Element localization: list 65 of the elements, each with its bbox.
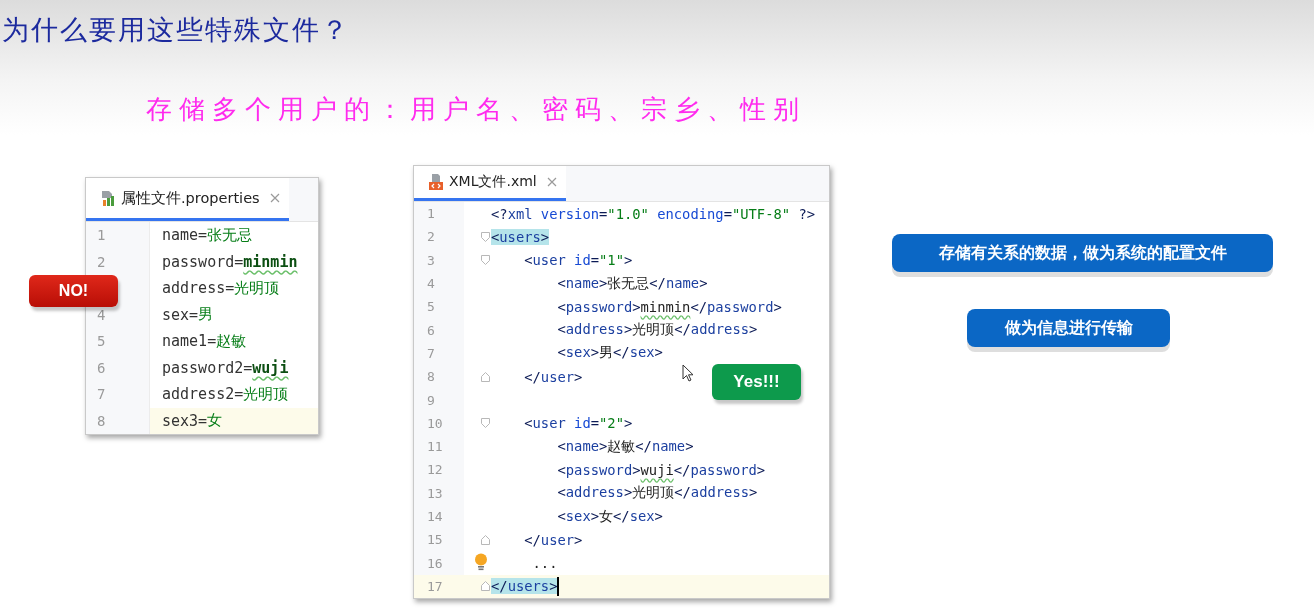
code-line: name1=赵敏: [161, 330, 248, 353]
code-line: ...: [531, 555, 558, 572]
code-line: <user id="1">: [523, 252, 633, 269]
line-number: 6: [97, 359, 106, 376]
code-line: </users>: [491, 578, 558, 595]
line-number: 1: [97, 227, 106, 244]
line-number: 16: [426, 554, 444, 573]
line-number: 4: [97, 306, 106, 323]
fold-icon[interactable]: [481, 418, 490, 429]
code-line: <user id="2">: [523, 415, 633, 432]
close-icon[interactable]: [545, 176, 558, 188]
code-file-icon: [428, 174, 444, 190]
fold-icon[interactable]: [481, 534, 490, 545]
code-line: <name>赵敏</name>: [556, 437, 694, 456]
code-line: password2=wuji: [161, 357, 290, 379]
code-line: <users>: [491, 228, 550, 245]
line-number: 8: [426, 368, 436, 387]
fold-icon[interactable]: [481, 581, 490, 592]
line-number: 7: [426, 344, 436, 363]
fold-icon[interactable]: [481, 371, 490, 382]
line-number: 7: [97, 386, 106, 403]
code-line: <?xml version="1.0" encoding="UTF-8" ?>: [491, 205, 815, 222]
line-number: 13: [426, 484, 444, 503]
line-number: 5: [426, 298, 436, 317]
yes-badge: Yes!!!: [712, 364, 801, 400]
code-line: <sex>女</sex>: [556, 507, 663, 526]
mouse-cursor-icon: [682, 364, 694, 382]
line-number: 12: [426, 461, 444, 480]
file-tab[interactable]: XML文件.xml: [414, 166, 566, 201]
code-line: address2=光明顶: [161, 383, 290, 406]
line-number: 15: [426, 531, 444, 550]
code-line: <password>minmin</password>: [556, 298, 782, 315]
code-line: <name>张无忌</name>: [556, 274, 708, 293]
code-line: <address>光明顶</address>: [556, 321, 758, 340]
code-line: sex=男: [161, 304, 215, 326]
code-line: name=张无忌: [161, 224, 254, 247]
bar-chart-icon: [100, 190, 116, 206]
code-line: password=minmin: [161, 251, 299, 273]
code-line: address=光明顶: [161, 277, 281, 300]
line-number: 17: [426, 577, 444, 596]
code-line: </user>: [523, 531, 583, 548]
code-line: <address>光明顶</address>: [556, 484, 758, 503]
line-number: 2: [97, 253, 106, 270]
close-icon[interactable]: [268, 192, 281, 204]
code-line: </user>: [523, 368, 583, 385]
line-number: 5: [97, 333, 106, 350]
line-number: 11: [426, 438, 444, 457]
lightbulb-icon[interactable]: [474, 553, 488, 572]
line-number: 1: [426, 205, 436, 224]
line-number: 4: [426, 275, 436, 294]
slide-title: 为什么要用这些特殊文件？: [2, 13, 350, 47]
no-badge: NO!: [29, 275, 118, 307]
line-number: 9: [426, 391, 436, 410]
line-number: 8: [97, 412, 106, 429]
line-number: 3: [426, 251, 436, 270]
slide-subtitle: 存储多个用户的：用户名、密码、宗乡、性别: [146, 93, 806, 126]
fold-icon[interactable]: [481, 231, 490, 242]
line-number: 2: [426, 228, 436, 247]
line-number: 6: [426, 321, 436, 340]
code-line: <password>wuji</password>: [556, 461, 766, 478]
file-tab[interactable]: 属性文件.properties: [86, 178, 289, 221]
fold-icon[interactable]: [481, 255, 490, 266]
code-line: <sex>男</sex>: [556, 344, 663, 363]
line-number: 10: [426, 414, 444, 433]
line-number: 14: [426, 508, 444, 526]
